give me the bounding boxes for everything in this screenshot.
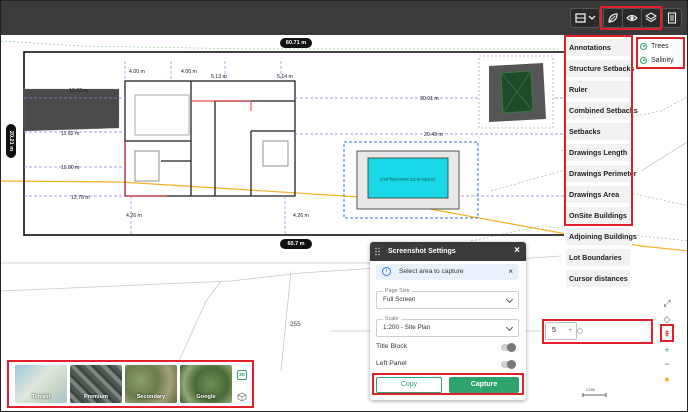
zoom-level-stepper[interactable]: 5 +: [545, 322, 577, 340]
compass-icon[interactable]: ◇: [662, 314, 672, 324]
left-panel-toggle[interactable]: [501, 360, 516, 369]
measure-label: 12.83 m: [69, 88, 88, 94]
measure-label: 11.00 m: [61, 165, 79, 171]
close-icon[interactable]: ×: [514, 245, 520, 257]
menu-item-annotations[interactable]: Annotations: [566, 39, 630, 56]
basemap-terrain[interactable]: Terrain: [15, 365, 67, 403]
street-view-icon[interactable]: ●: [662, 374, 672, 384]
3d-toggle[interactable]: 3D: [237, 370, 247, 380]
copy-button[interactable]: Copy: [376, 377, 442, 393]
scale-select[interactable]: Scale 1:200 - Site Plan: [376, 315, 519, 337]
app-frame: 4.00 m 4.00 m 5.13 m 5.14 m 12.83 m 30.9…: [0, 0, 688, 412]
fullscreen-icon[interactable]: ⤢: [662, 298, 672, 308]
dialog-header[interactable]: Screenshot Settings ×: [370, 242, 526, 261]
visibility-button[interactable]: [622, 8, 642, 28]
chevron-down-icon: [505, 323, 514, 332]
measure-label: 4.26 m: [293, 213, 309, 219]
screenshot-settings-dialog: Screenshot Settings × i Select area to c…: [370, 242, 526, 400]
title-block-label: Title Block: [376, 343, 408, 350]
measure-label: 5.13 m: [211, 74, 227, 80]
close-icon[interactable]: ×: [508, 264, 513, 280]
page-size-label: Page Size: [383, 287, 412, 295]
bottom-dimension-badge: 60.7 m: [280, 239, 312, 249]
adjoining-building: [24, 89, 119, 131]
measure-label: 11.62 m: [61, 131, 79, 137]
pin-icon[interactable]: ⇞: [662, 329, 672, 339]
menu-item-adjoining-buildings[interactable]: Adjoining Buildings: [566, 228, 637, 245]
menu-item-drawings-area[interactable]: Drawings Area: [566, 186, 630, 203]
scale-value: 1:200 - Site Plan: [383, 324, 431, 331]
measure-label: 5.14 m: [277, 74, 293, 80]
top-dimension-badge: 60.71 m: [280, 38, 312, 48]
dialog-title: Screenshot Settings: [388, 248, 456, 255]
slider-handle[interactable]: [577, 328, 583, 334]
menu-item-cursor-distances[interactable]: Cursor distances: [566, 270, 630, 287]
zoom-level-value: 5: [552, 327, 556, 334]
chevron-down-icon: [588, 15, 596, 20]
top-toolbar: [1, 1, 687, 35]
house-floorplan: [124, 80, 296, 197]
capture-button[interactable]: Capture: [449, 377, 519, 393]
overlay-salinity[interactable]: Salinity: [637, 54, 684, 66]
increment-icon[interactable]: +: [568, 323, 572, 339]
trees-toggle-button[interactable]: [603, 8, 623, 28]
overlay-panel: Trees Salinity: [637, 38, 684, 68]
basemap-premium-label: Premium: [84, 394, 108, 400]
left-panel-label: Left Panel: [376, 360, 407, 367]
trees-icon: [608, 13, 618, 23]
measure-label: 29.49 m: [424, 132, 443, 138]
measure-label: 4.00 m: [181, 69, 197, 75]
drag-handle-icon[interactable]: [375, 247, 380, 256]
report-icon: [667, 12, 677, 24]
page-size-select[interactable]: Page Size Full Screen: [376, 287, 519, 309]
map-style-icon: [575, 13, 596, 23]
left-dimension-badge: 20.21 m: [6, 124, 16, 158]
info-text: Select area to capture: [399, 268, 464, 275]
info-banner: i Select area to capture ×: [376, 264, 519, 280]
menu-item-structure-setbacks[interactable]: Structure Setbacks: [566, 60, 635, 77]
scale-label: Scale: [383, 315, 401, 323]
layers-button[interactable]: [641, 8, 661, 28]
info-icon: i: [382, 267, 391, 276]
menu-item-combined-setbacks[interactable]: Combined Setbacks: [566, 102, 638, 119]
layers-icon: [645, 12, 657, 23]
zoom-out-icon[interactable]: −: [662, 359, 672, 369]
basemap-google-label: Google: [196, 394, 216, 400]
overlay-salinity-label: Salinity: [651, 56, 674, 64]
menu-item-drawings-perimeter[interactable]: Drawings Perimeter: [566, 165, 637, 182]
menu-item-ruler[interactable]: Ruler: [566, 81, 630, 98]
left-panel-row: Left Panel: [376, 358, 519, 370]
overlay-trees[interactable]: Trees: [637, 40, 684, 52]
eye-icon: [626, 14, 638, 22]
report-button[interactable]: [662, 8, 682, 28]
measure-label: 12.78 m: [71, 195, 90, 201]
basemap-secondary[interactable]: Secondary: [125, 365, 177, 403]
measure-label: 4.26 m: [126, 213, 142, 219]
basemap-secondary-label: Secondary: [136, 394, 166, 400]
measure-label: 30.91 m: [420, 96, 439, 102]
measure-label: 4.00 m: [129, 69, 145, 75]
menu-item-drawings-length[interactable]: Drawings Length: [566, 144, 630, 161]
title-block-toggle[interactable]: [501, 343, 516, 352]
zoom-in-icon[interactable]: +: [662, 345, 672, 355]
svg-text:1:200: 1:200: [586, 388, 595, 392]
overlay-trees-label: Trees: [651, 42, 669, 50]
cube-icon[interactable]: [237, 389, 247, 402]
radio-icon[interactable]: [640, 42, 647, 50]
annotations-menu: Annotations Structure Setbacks Ruler Com…: [564, 37, 638, 291]
basemap-google[interactable]: Google: [180, 365, 232, 403]
page-size-value: Full Screen: [383, 296, 416, 303]
basemap-premium[interactable]: Premium: [70, 365, 122, 403]
menu-item-setbacks[interactable]: Setbacks: [566, 123, 630, 140]
basemap-terrain-label: Terrain: [31, 394, 51, 400]
pool-label: 10.59m×5.2m Swimming pool: [380, 177, 435, 182]
map-style-button[interactable]: [570, 8, 600, 28]
title-block-row: Title Block: [376, 341, 519, 353]
radio-icon[interactable]: [640, 56, 647, 64]
lot-number: 255: [290, 321, 301, 328]
chevron-down-icon: [505, 295, 514, 304]
menu-item-onsite-buildings[interactable]: OnSite Buildings: [566, 207, 630, 224]
menu-item-lot-boundaries[interactable]: Lot Boundaries: [566, 249, 630, 266]
